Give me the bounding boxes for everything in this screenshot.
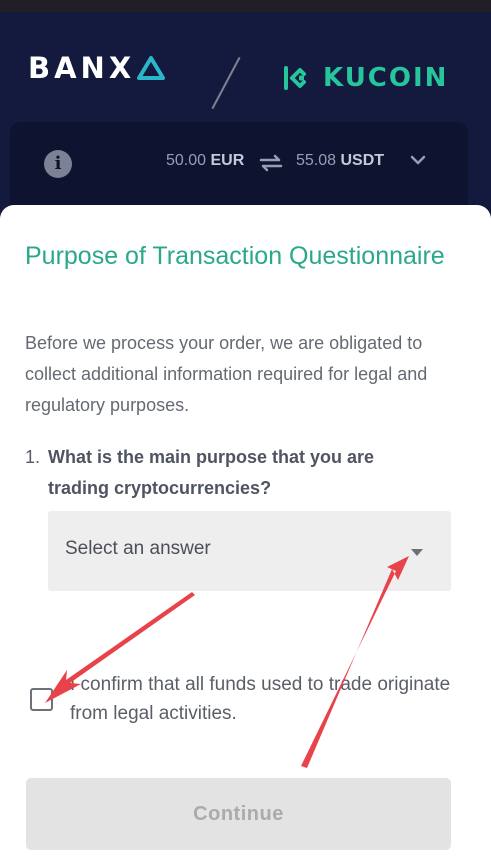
question-number: 1.	[25, 447, 41, 467]
continue-button[interactable]: Continue	[26, 778, 451, 850]
page-title: Purpose of Transaction Questionnaire	[25, 242, 445, 270]
info-icon[interactable]: i	[44, 150, 72, 178]
dropdown-caret-icon	[411, 549, 423, 556]
banxa-logo-text: BANX	[28, 51, 136, 85]
select-placeholder: Select an answer	[65, 538, 211, 559]
from-amount-value: 50.00	[166, 152, 207, 169]
header: BANX KUCOIN	[0, 12, 491, 122]
kucoin-logo-text: KUCOIN	[323, 63, 449, 93]
to-currency: USDT	[340, 152, 385, 169]
logo-divider	[211, 56, 241, 110]
kucoin-logo-icon	[284, 66, 306, 90]
order-summary[interactable]: i 50.00 EUR 55.08 USDT	[10, 122, 468, 212]
kucoin-logo: KUCOIN	[281, 60, 448, 96]
confirm-label[interactable]: I confirm that all funds used to trade o…	[70, 670, 460, 728]
to-amount: 55.08 USDT	[296, 152, 384, 170]
to-amount-value: 55.08	[296, 152, 337, 169]
banxa-triangle-icon	[137, 56, 166, 80]
swap-arrows-icon	[259, 154, 283, 172]
purpose-select[interactable]: Select an answer	[48, 511, 451, 591]
intro-text: Before we process your order, we are obl…	[25, 333, 428, 415]
status-bar	[0, 0, 491, 12]
question-text: What is the main purpose that you are tr…	[48, 447, 375, 498]
confirm-checkbox[interactable]	[30, 688, 53, 711]
from-currency: EUR	[210, 152, 245, 169]
banxa-logo: BANX	[28, 51, 166, 85]
questionnaire-sheet: Purpose of Transaction Questionnaire Bef…	[0, 205, 491, 859]
from-amount: 50.00 EUR	[166, 152, 244, 170]
chevron-down-icon[interactable]	[410, 154, 426, 166]
